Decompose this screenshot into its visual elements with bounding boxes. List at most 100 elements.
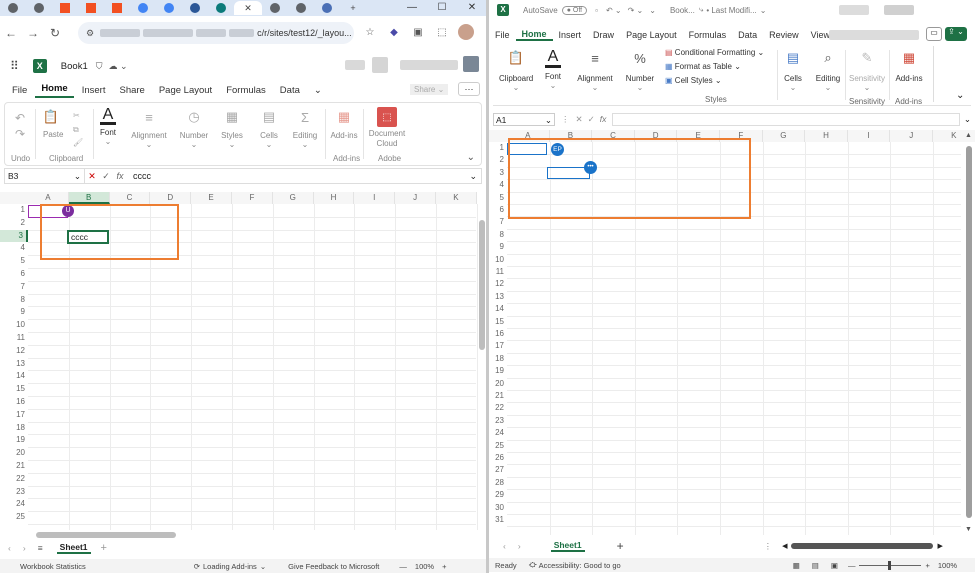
row-header-15[interactable]: 15 [0,383,28,396]
alignment-group[interactable]: ≡ Alignment ⌄ [575,46,615,106]
tab-review[interactable]: Review [763,30,805,40]
vertical-scrollbar[interactable] [966,146,972,518]
browser-tab[interactable] [78,1,104,15]
row-header-1[interactable]: 1 [0,204,28,217]
zoom-out-button[interactable]: — [399,562,407,571]
row-header-12[interactable]: 12 [0,345,28,358]
font-group[interactable]: A Font ⌄ [95,105,121,165]
horizontal-scrollbar[interactable] [36,532,176,538]
tab-page-layout[interactable]: Page Layout [153,85,218,96]
row-header-4[interactable]: 4 [0,242,28,255]
row-header-18[interactable]: 18 [489,353,507,365]
row-header-11[interactable]: 11 [0,332,28,345]
tab-data[interactable]: Data [274,85,306,96]
tab-file[interactable]: File [489,30,516,40]
row-header-22[interactable]: 22 [489,402,507,414]
editing-group[interactable]: Σ Editing ⌄ [289,105,321,165]
row-header-7[interactable]: 7 [489,216,507,228]
forward-icon[interactable]: → [22,26,44,40]
close-icon[interactable]: ✕ [244,3,252,14]
browser-tab[interactable] [288,1,314,15]
zoom-level[interactable]: 100% [415,562,434,571]
zoom-in-button[interactable]: + [925,561,929,570]
zoom-level[interactable]: 100% [938,561,957,570]
cells-group[interactable]: ▤ Cells ⌄ [255,105,283,165]
tab-formulas[interactable]: Formulas [220,85,272,96]
row-header-31[interactable]: 31 [489,514,507,526]
row-header-17[interactable]: 17 [0,409,28,422]
row-header-2[interactable]: 2 [0,217,28,230]
prev-sheet-icon[interactable]: ‹ [8,543,11,553]
zoom-in-button[interactable]: + [442,562,446,571]
tab-insert[interactable]: Insert [76,85,112,96]
vertical-scrollbar[interactable] [479,220,485,350]
column-header-k[interactable]: K [436,192,477,204]
more-dots-icon[interactable]: ⋮ [561,114,570,125]
row-header-4[interactable]: 4 [489,179,507,191]
add-sheet-button[interactable]: + [101,542,107,554]
tab-share[interactable]: Share [113,85,150,96]
row-header-15[interactable]: 15 [489,316,507,328]
row-header-24[interactable]: 24 [0,498,28,511]
row-header-17[interactable]: 17 [489,340,507,352]
row-header-16[interactable]: 16 [0,396,28,409]
formula-input[interactable] [612,112,960,126]
reload-icon[interactable]: ↻ [44,26,66,40]
site-info-icon[interactable]: ⚙ [86,28,94,39]
maximize-button[interactable]: ☐ [427,0,457,16]
enter-icon[interactable]: ✓ [99,171,113,182]
conditional-formatting-button[interactable]: ▤ Conditional Formatting ⌄ [665,48,783,57]
clipboard-group[interactable]: 📋 Clipboard ⌄ [499,46,533,106]
column-header-h[interactable]: H [313,192,355,204]
all-sheets-icon[interactable]: ≡ [38,543,43,553]
browser-tab[interactable] [130,1,156,15]
scroll-down-icon[interactable]: ▼ [965,526,972,533]
app-launcher-icon[interactable]: ⠿ [10,59,19,73]
cancel-icon[interactable]: ✕ [576,114,583,125]
row-header-7[interactable]: 7 [0,281,28,294]
screenshot-icon[interactable]: ▣ [410,24,426,40]
ribbon-scrollbar[interactable] [933,46,941,102]
row-header-1[interactable]: 1 [489,142,507,154]
zoom-out-button[interactable]: — [848,561,856,570]
browser-tab[interactable] [0,1,26,15]
browser-tab[interactable] [314,1,340,15]
browser-tab[interactable] [156,1,182,15]
enter-icon[interactable]: ✓ [588,114,595,125]
row-header-18[interactable]: 18 [0,422,28,435]
sensitivity-icon[interactable]: ⛉ [96,61,103,72]
share-button[interactable]: Share ⌄ [410,84,449,95]
addins-group[interactable]: ▦ Add-ins Add-ins [327,105,361,165]
autosave-icon[interactable]: ☁ ⌄ [109,61,128,72]
row-header-10[interactable]: 10 [489,254,507,266]
browser-tab[interactable] [52,1,78,15]
expand-formula-chevron-icon[interactable]: ⌄ [469,171,477,182]
page-layout-view-icon[interactable]: ▤ [812,561,819,570]
name-box[interactable]: A1 ⌄ [493,112,555,126]
scroll-up-icon[interactable]: ▲ [965,132,972,139]
undo-icon[interactable]: ↶ ⌄ [606,6,622,15]
row-header-5[interactable]: 5 [0,255,28,268]
back-icon[interactable]: ← [0,26,22,40]
collapse-ribbon-chevron-icon[interactable]: ⌄ [467,152,475,163]
accessibility-status[interactable]: Accessibility: Good to go [539,561,621,570]
scroll-right-icon[interactable]: ▶ [937,542,942,550]
browser-tab[interactable] [262,1,288,15]
row-header-19[interactable]: 19 [0,434,28,447]
row-header-3[interactable]: 3 [0,229,28,243]
zoom-slider[interactable] [859,560,922,570]
column-header-g[interactable]: G [272,192,314,204]
redo-icon[interactable]: ↷ ⌄ [628,6,644,15]
next-sheet-icon[interactable]: › [518,541,521,551]
more-options-button[interactable]: ··· [458,82,480,96]
tab-data[interactable]: Data [732,30,763,40]
cancel-icon[interactable]: ✕ [85,171,99,182]
column-header-e[interactable]: E [191,192,232,204]
row-header-12[interactable]: 12 [489,278,507,290]
tab-formulas[interactable]: Formulas [683,30,733,40]
column-header-c[interactable]: C [109,192,151,204]
styles-group[interactable]: ▦ Styles ⌄ [217,105,247,165]
close-window-button[interactable]: ✕ [457,0,487,16]
row-header-16[interactable]: 16 [489,328,507,340]
row-header-13[interactable]: 13 [489,291,507,303]
